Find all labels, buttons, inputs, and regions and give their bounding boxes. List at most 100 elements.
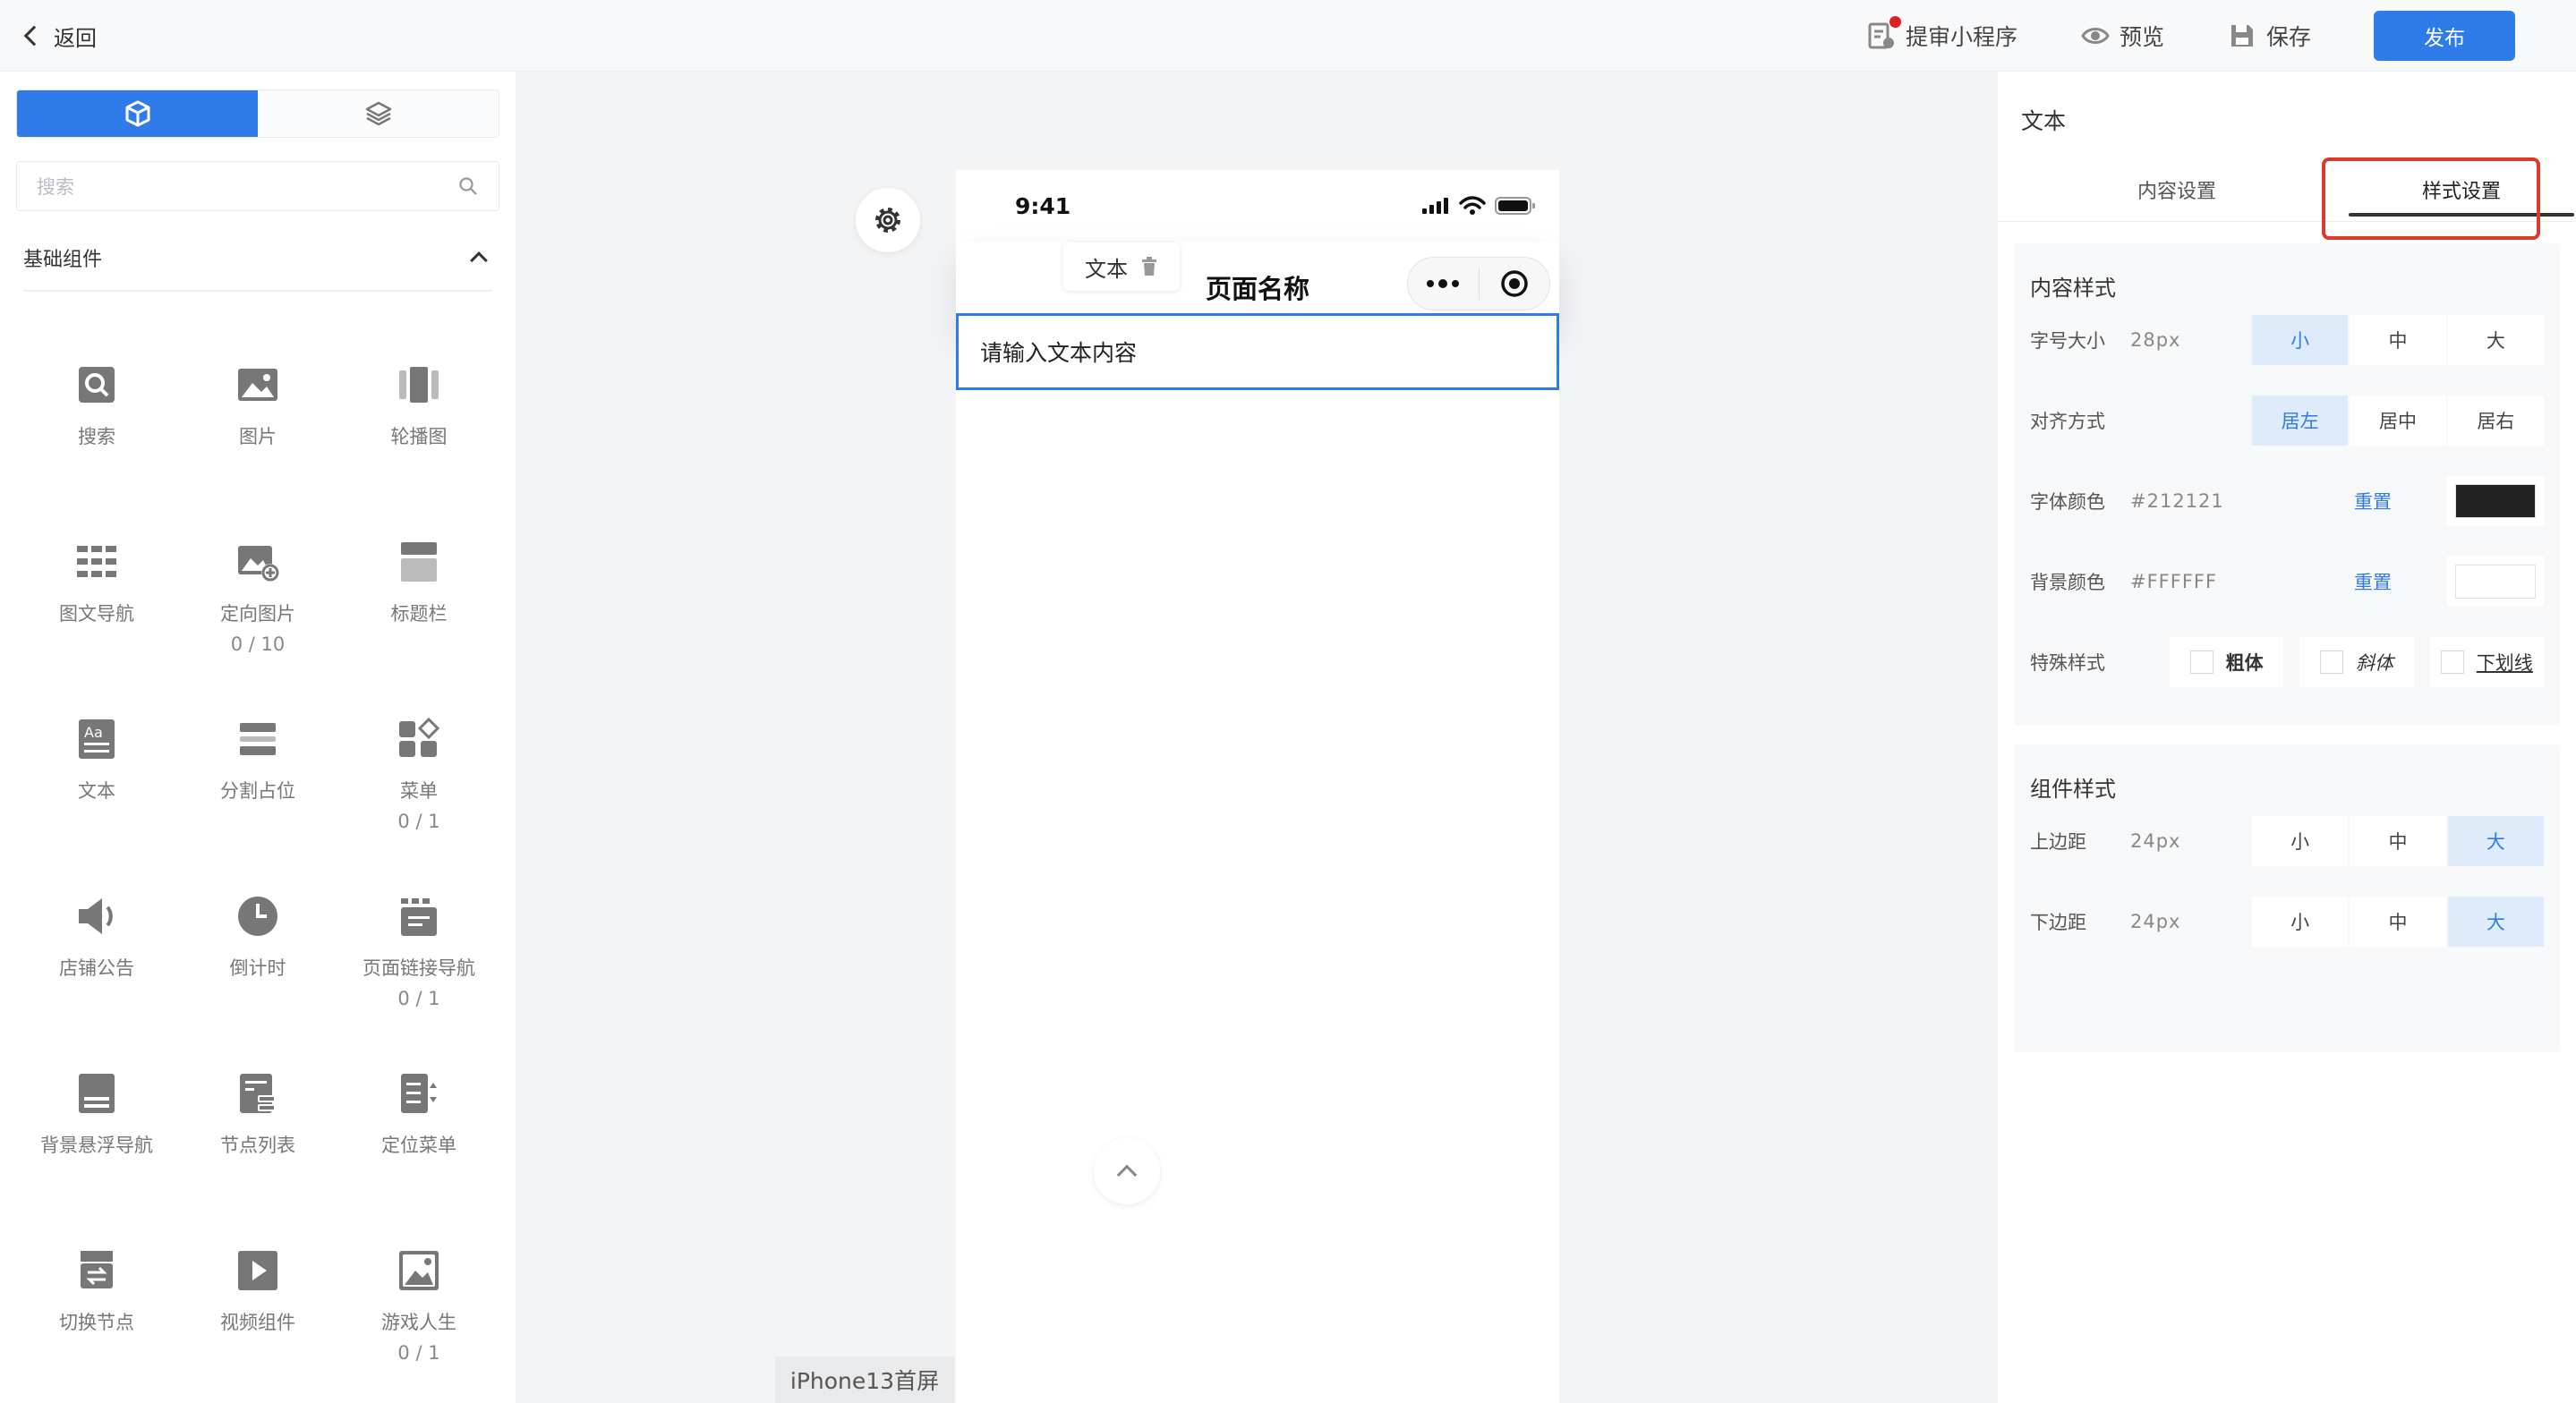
component-item[interactable]: 切换节点 — [16, 1208, 177, 1385]
component-search-input[interactable]: 搜索 — [16, 161, 499, 211]
font-color-reset-link[interactable]: 重置 — [2354, 476, 2392, 526]
component-item[interactable]: 轮播图 — [338, 322, 499, 499]
margin-bottom-small-button[interactable]: 小 — [2252, 897, 2349, 947]
basic-components-header[interactable]: 基础组件 — [23, 242, 492, 292]
scroll-to-top-button[interactable] — [1094, 1138, 1160, 1204]
submit-review-button[interactable]: 提审小程序 — [1866, 16, 2017, 52]
chevron-left-icon — [23, 25, 45, 47]
component-usage-count: 0 / 1 — [397, 811, 440, 832]
target-icon — [1501, 270, 1528, 297]
eye-icon — [2081, 28, 2110, 44]
underline-option[interactable]: 下划线 — [2429, 637, 2544, 687]
margin-top-medium-button[interactable]: 中 — [2350, 816, 2446, 866]
component-item[interactable]: 视频组件 — [177, 1208, 338, 1385]
margin-bottom-medium-button[interactable]: 中 — [2350, 897, 2446, 947]
component-label: 页面链接导航 — [363, 957, 475, 979]
component-style-card: 组件样式 上边距 24px 小 中 大 下边距 24px 小 中 大 — [2014, 744, 2560, 1052]
bg-color-picker[interactable] — [2447, 557, 2544, 607]
font-size-row: 字号大小 28px 小 中 大 — [2030, 315, 2544, 365]
preview-button[interactable]: 预览 — [2080, 20, 2164, 52]
bg-color-swatch — [2455, 565, 2536, 599]
bg-color-reset-link[interactable]: 重置 — [2354, 557, 2392, 607]
components-tab[interactable] — [17, 90, 258, 137]
margin-bottom-row: 下边距 24px 小 中 大 — [2030, 897, 2544, 947]
align-right-button[interactable]: 居右 — [2447, 395, 2544, 446]
font-color-picker[interactable] — [2447, 476, 2544, 526]
page-settings-button[interactable] — [856, 188, 920, 252]
component-style-title: 组件样式 — [2030, 777, 2116, 802]
component-item[interactable]: 搜索 — [16, 322, 177, 499]
component-item[interactable]: Aa 文本 — [16, 676, 177, 854]
component-label: 定位菜单 — [381, 1135, 456, 1156]
font-size-large-button[interactable]: 大 — [2447, 315, 2544, 365]
margin-bottom-large-button[interactable]: 大 — [2447, 897, 2544, 947]
top-actions: 提审小程序 预览 保存 发布 — [1866, 0, 2576, 72]
component-label: 图文导航 — [59, 603, 134, 625]
component-usage-count: 0 / 1 — [397, 1342, 440, 1364]
more-button[interactable] — [1408, 258, 1479, 310]
align-row: 对齐方式 居左 居中 居右 — [2030, 395, 2544, 446]
text-icon: Aa — [72, 714, 122, 764]
editor-canvas: 9:41 页面名称 请输入文本内容 iPhone13首屏 — [516, 72, 1998, 1403]
font-size-options: 小 中 大 — [2252, 315, 2544, 365]
section-title: 基础组件 — [23, 249, 103, 271]
capsule-menu[interactable] — [1407, 257, 1550, 310]
component-item[interactable]: 节点列表 — [177, 1031, 338, 1208]
gear-icon — [875, 208, 900, 233]
search-icon — [72, 360, 122, 410]
font-size-small-button[interactable]: 小 — [2252, 315, 2349, 365]
content-style-card: 内容样式 字号大小 28px 小 中 大 对齐方式 居左 居中 居右 字体颜色 … — [2014, 243, 2560, 725]
component-item[interactable]: 背景悬浮导航 — [16, 1031, 177, 1208]
text-component-content: 请输入文本内容 — [980, 340, 1138, 366]
margin-top-large-button[interactable]: 大 — [2447, 816, 2544, 866]
align-center-button[interactable]: 居中 — [2350, 395, 2446, 446]
node-list-icon — [233, 1068, 283, 1118]
trash-icon[interactable] — [1140, 257, 1158, 276]
layers-tab[interactable] — [258, 90, 499, 137]
component-item[interactable]: 店铺公告 — [16, 854, 177, 1031]
save-label: 保存 — [2265, 24, 2311, 50]
special-style-label: 特殊样式 — [2030, 652, 2105, 674]
font-size-label: 字号大小 — [2030, 330, 2105, 352]
chevron-up-icon — [470, 251, 488, 269]
close-miniprogram-button[interactable] — [1480, 258, 1550, 310]
component-item[interactable]: 菜单 0 / 1 — [338, 676, 499, 854]
bg-color-label: 背景颜色 — [2030, 572, 2105, 593]
tab-content-settings[interactable]: 内容设置 — [2034, 157, 2320, 222]
grid-nav-icon — [72, 537, 122, 587]
title-bar-icon — [394, 537, 444, 587]
italic-checkbox[interactable] — [2319, 650, 2343, 674]
content-style-title: 内容样式 — [2030, 276, 2116, 301]
component-label: 菜单 — [400, 780, 438, 802]
divider-icon — [233, 714, 283, 764]
align-left-button[interactable]: 居左 — [2252, 395, 2349, 446]
bold-checkbox[interactable] — [2189, 650, 2213, 674]
margin-bottom-value: 24px — [2130, 911, 2181, 932]
component-label: 视频组件 — [220, 1312, 295, 1333]
component-item[interactable]: 页面链接导航 0 / 1 — [338, 854, 499, 1031]
status-time: 9:41 — [1015, 192, 1071, 219]
switch-node-icon — [72, 1246, 122, 1296]
component-item[interactable]: 定位菜单 — [338, 1031, 499, 1208]
more-dots-icon — [1427, 279, 1460, 288]
component-item[interactable]: 标题栏 — [338, 499, 499, 676]
italic-option[interactable]: 斜体 — [2299, 637, 2414, 687]
component-item[interactable]: 定向图片 0 / 10 — [177, 499, 338, 676]
underline-checkbox[interactable] — [2440, 650, 2464, 674]
publish-button[interactable]: 发布 — [2374, 11, 2515, 61]
text-component-block[interactable]: 请输入文本内容 — [956, 313, 1559, 390]
component-item[interactable]: 分割占位 — [177, 676, 338, 854]
component-item[interactable]: 倒计时 — [177, 854, 338, 1031]
back-button[interactable]: 返回 — [20, 14, 97, 57]
component-item[interactable]: 游戏人生 0 / 1 — [338, 1208, 499, 1385]
selected-component-tag: 文本 — [1063, 242, 1180, 291]
font-size-medium-button[interactable]: 中 — [2350, 315, 2446, 365]
margin-top-small-button[interactable]: 小 — [2252, 816, 2349, 866]
preview-label: 预览 — [2119, 24, 2164, 50]
component-item[interactable]: 图片 — [177, 322, 338, 499]
component-label: 背景悬浮导航 — [40, 1135, 153, 1156]
float-nav-icon — [72, 1068, 122, 1118]
save-button[interactable]: 保存 — [2227, 20, 2311, 52]
bold-option[interactable]: 粗体 — [2170, 637, 2284, 687]
component-item[interactable]: 图文导航 — [16, 499, 177, 676]
